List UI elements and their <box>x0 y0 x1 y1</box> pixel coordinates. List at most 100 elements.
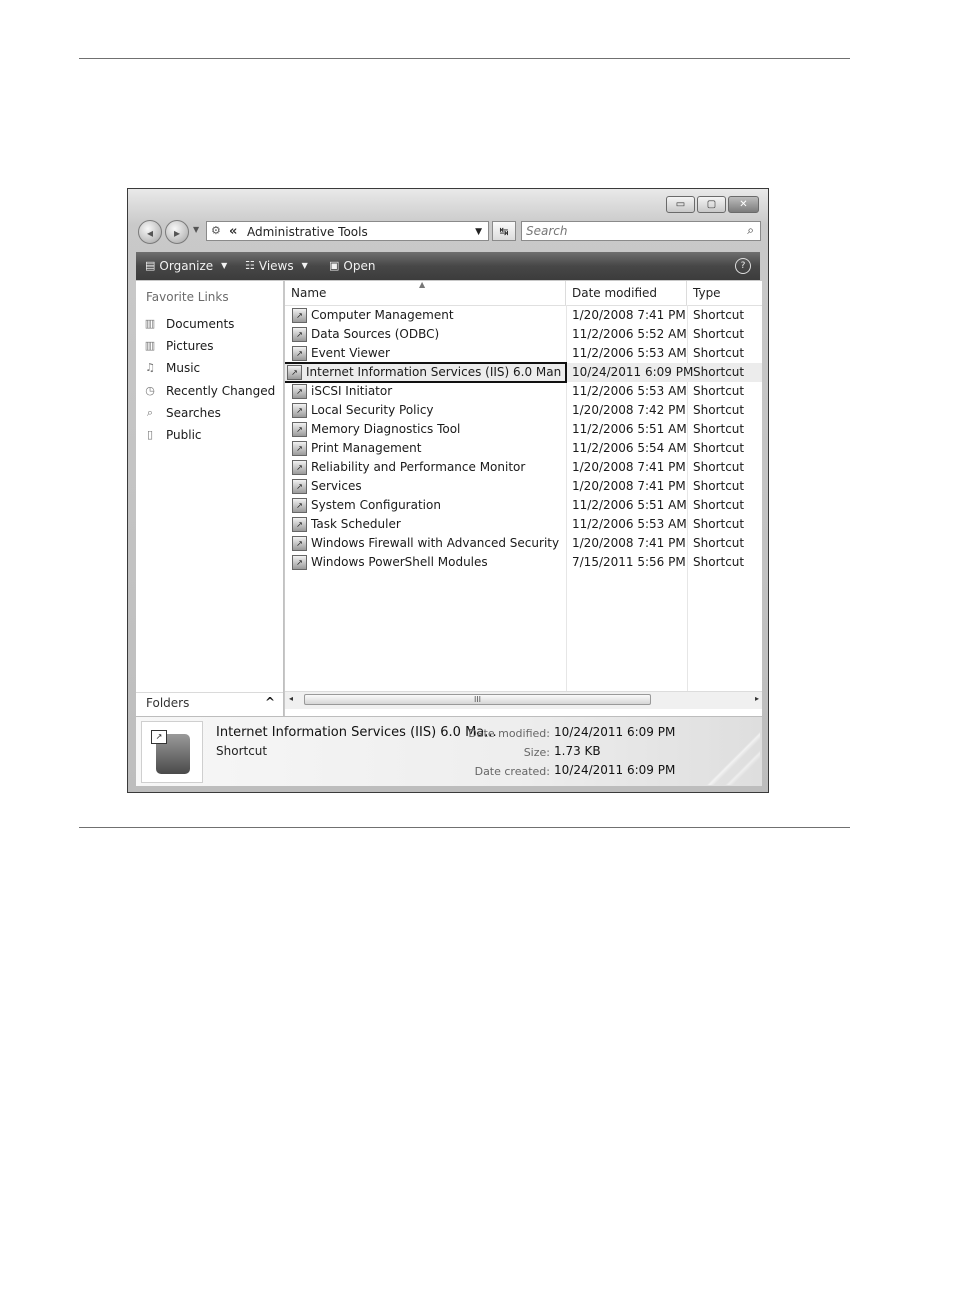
caption-buttons: ▭ ▢ ✕ <box>666 196 759 213</box>
maximize-button[interactable]: ▢ <box>697 196 726 213</box>
file-row[interactable]: ↗ Event Viewer 11/2/2006 5:53 AM Shortcut <box>285 344 762 363</box>
nav-item-searches[interactable]: ⌕ Searches <box>142 403 221 423</box>
music-icon: ♫ <box>145 361 155 374</box>
memory-diagnostics-icon: ↗ <box>292 422 307 437</box>
date-created-value: 10/24/2011 6:09 PM <box>554 763 676 777</box>
nav-item-music[interactable]: ♫ Music <box>142 358 200 378</box>
file-row[interactable]: ↗ Services 1/20/2008 7:41 PM Shortcut <box>285 477 762 496</box>
file-row-selected[interactable]: ↗ Internet Information Services (IIS) 6.0… <box>285 362 762 383</box>
file-row[interactable]: ↗ Windows Firewall with Advanced Security… <box>285 534 762 553</box>
file-type: Shortcut <box>693 555 745 569</box>
recently-changed-icon: ◷ <box>145 384 155 397</box>
open-button[interactable]: ▣ Open <box>329 252 375 280</box>
file-row[interactable]: ↗ Windows PowerShell Modules 7/15/2011 5:… <box>285 553 762 572</box>
explorer-window: ▭ ▢ ✕ ◂ ▸ ▼ ⚙ « Administrative Tools ▼ ↹… <box>127 188 769 793</box>
organize-label: Organize <box>159 259 214 273</box>
file-type: Shortcut <box>693 308 745 322</box>
windows-firewall-icon: ↗ <box>292 536 307 551</box>
column-header-name[interactable]: ▲ Name <box>285 281 566 305</box>
searches-icon: ⌕ <box>146 406 154 419</box>
file-name: Memory Diagnostics Tool <box>311 422 461 436</box>
size-label: Size: <box>523 746 550 759</box>
nav-item-recently-changed[interactable]: ◷ Recently Changed <box>142 381 275 401</box>
file-type: Shortcut <box>693 536 745 550</box>
file-date: 1/20/2008 7:41 PM <box>572 308 686 322</box>
organize-button[interactable]: ▤ Organize ▼ <box>145 252 227 280</box>
file-row[interactable]: ↗ Memory Diagnostics Tool 11/2/2006 5:51 … <box>285 420 762 439</box>
file-row[interactable]: ↗ Reliability and Performance Monitor 1/2… <box>285 458 762 477</box>
search-input[interactable] <box>526 222 726 240</box>
column-header-date-modified[interactable]: Date modified <box>566 281 687 305</box>
organize-icon: ▤ <box>145 259 156 272</box>
file-row[interactable]: ↗ Print Management 11/2/2006 5:54 AM Shor… <box>285 439 762 458</box>
horizontal-scrollbar[interactable]: ◂ III ▸ <box>285 691 762 709</box>
nav-item-label: Searches <box>166 406 221 420</box>
file-thumbnail: ↗ <box>141 721 203 783</box>
folders-label: Folders <box>146 696 190 710</box>
top-rule <box>79 58 850 59</box>
address-path[interactable]: Administrative Tools <box>247 222 368 242</box>
file-type: Shortcut <box>693 346 745 360</box>
file-row[interactable]: ↗ Local Security Policy 1/20/2008 7:42 PM… <box>285 401 762 420</box>
file-name: Computer Management <box>311 308 454 322</box>
address-dropdown-icon[interactable]: ▼ <box>475 222 482 242</box>
file-row[interactable]: ↗ Computer Management 1/20/2008 7:41 PM S… <box>285 306 762 325</box>
column-header-type[interactable]: Type <box>687 281 762 305</box>
address-chevron[interactable]: « <box>229 222 237 242</box>
address-bar[interactable]: ⚙ « Administrative Tools ▼ <box>206 221 489 241</box>
file-row[interactable]: ↗ System Configuration 11/2/2006 5:51 AM … <box>285 496 762 515</box>
file-name: Print Management <box>311 441 422 455</box>
file-date: 1/20/2008 7:42 PM <box>572 403 686 417</box>
help-button[interactable]: ? <box>735 258 751 274</box>
file-date: 11/2/2006 5:53 AM <box>572 517 687 531</box>
folders-toggle[interactable]: Folders ^ <box>136 692 283 716</box>
file-type: Shortcut <box>693 365 745 379</box>
documents-icon: ▥ <box>144 317 156 330</box>
iscsi-initiator-icon: ↗ <box>292 384 307 399</box>
nav-item-documents[interactable]: ▥ Documents <box>142 314 235 334</box>
file-date: 1/20/2008 7:41 PM <box>572 460 686 474</box>
file-date: 1/20/2008 7:41 PM <box>572 536 686 550</box>
file-list: ▲ Name Date modified Type ↗ Computer Mana… <box>284 281 762 716</box>
search-box[interactable]: ⌕ <box>521 221 761 241</box>
minimize-button[interactable]: ▭ <box>666 196 695 213</box>
navigation-pane: Favorite Links ▥ Documents ▥ Pictures ♫ … <box>136 281 283 715</box>
address-row: ◂ ▸ ▼ ⚙ « Administrative Tools ▼ ↹ ⌕ <box>136 220 761 244</box>
open-icon: ▣ <box>329 259 340 272</box>
nav-item-label: Music <box>166 361 201 375</box>
search-icon[interactable]: ⌕ <box>747 223 754 238</box>
file-row[interactable]: ↗ iSCSI Initiator 11/2/2006 5:53 AM Short… <box>285 382 762 401</box>
file-type: Shortcut <box>693 403 745 417</box>
chevron-up-icon: ^ <box>264 695 275 709</box>
reliability-monitor-icon: ↗ <box>292 460 307 475</box>
views-label: Views <box>258 259 294 273</box>
back-button[interactable]: ◂ <box>138 220 162 244</box>
forward-button[interactable]: ▸ <box>165 220 189 244</box>
nav-item-pictures[interactable]: ▥ Pictures <box>142 336 214 356</box>
favorite-links-heading: Favorite Links <box>146 290 229 304</box>
scroll-left-icon[interactable]: ◂ <box>289 694 293 703</box>
recent-pages-dropdown[interactable]: ▼ <box>193 225 199 234</box>
public-icon: ▯ <box>146 428 154 441</box>
local-security-policy-icon: ↗ <box>292 403 307 418</box>
views-button[interactable]: ☷ Views ▼ <box>245 252 308 280</box>
refresh-button[interactable]: ↹ <box>492 221 516 241</box>
nav-item-label: Public <box>166 428 202 442</box>
pictures-icon: ▥ <box>144 339 156 352</box>
scroll-right-icon[interactable]: ▸ <box>755 694 759 703</box>
column-header-label: Name <box>291 286 327 300</box>
computer-management-icon: ↗ <box>292 308 307 323</box>
scrollbar-thumb[interactable]: III <box>304 694 651 705</box>
print-management-icon: ↗ <box>292 441 307 456</box>
powershell-modules-icon: ↗ <box>292 555 307 570</box>
control-panel-icon: ⚙ <box>211 224 221 237</box>
file-date: 11/2/2006 5:54 AM <box>572 441 687 455</box>
system-configuration-icon: ↗ <box>292 498 307 513</box>
nav-item-public[interactable]: ▯ Public <box>142 425 202 445</box>
decorative-swoosh <box>690 721 760 785</box>
shortcut-arrow-icon: ↗ <box>151 730 167 744</box>
file-row[interactable]: ↗ Task Scheduler 11/2/2006 5:53 AM Shortc… <box>285 515 762 534</box>
details-file-type: Shortcut <box>216 744 268 758</box>
close-button[interactable]: ✕ <box>728 196 759 213</box>
file-row[interactable]: ↗ Data Sources (ODBC) 11/2/2006 5:52 AM S… <box>285 325 762 344</box>
